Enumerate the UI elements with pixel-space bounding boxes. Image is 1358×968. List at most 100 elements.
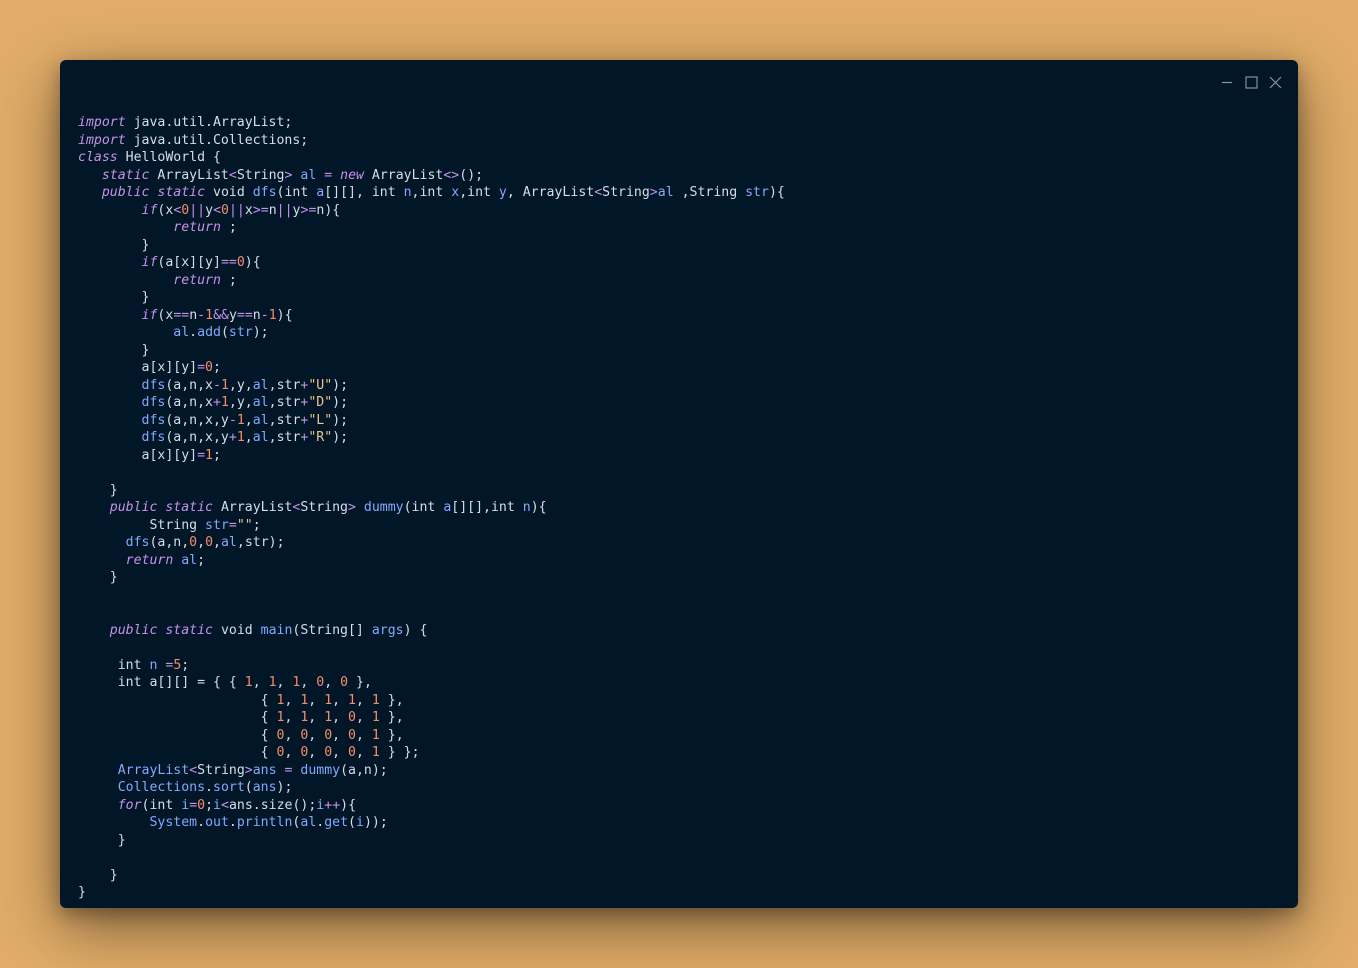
- code-token: str: [228, 325, 253, 340]
- code-token: 1: [236, 412, 245, 428]
- code-token: ,int: [411, 185, 452, 200]
- maximize-icon[interactable]: [1244, 75, 1258, 89]
- code-line: dfs(a,n,x-1,y,al,str+"U");: [78, 377, 785, 395]
- code-token: ||: [228, 202, 245, 218]
- code-line: class HelloWorld {: [78, 149, 785, 167]
- code-line: }: [78, 482, 785, 500]
- code-line: import java.util.Collections;: [78, 132, 785, 150]
- code-line: }: [78, 884, 785, 902]
- code-token: ans: [252, 762, 277, 778]
- code-token: 1: [220, 395, 229, 410]
- code-token: add: [197, 325, 221, 340]
- code-line: int n =5;: [78, 657, 785, 675]
- code-token: str: [745, 185, 769, 200]
- code-token: al: [252, 430, 269, 445]
- code-token: );: [252, 325, 269, 340]
- code-line: ​: [78, 587, 785, 605]
- code-token: String: [602, 185, 650, 200]
- code-line: if(x<0||y<0||x>=n||y>=n){: [78, 202, 785, 220]
- code-token: ,: [332, 710, 349, 725]
- code-token: String: [197, 762, 245, 778]
- code-line: }: [78, 289, 785, 307]
- code-token: ,: [308, 710, 325, 725]
- code-token: 0: [348, 745, 356, 760]
- code-token: [][],int: [451, 500, 523, 515]
- code-line: return al;: [78, 552, 785, 570]
- close-icon[interactable]: [1268, 75, 1282, 89]
- code-token: ,: [300, 675, 317, 690]
- code-token: -: [197, 307, 206, 323]
- code-token: ,: [244, 430, 253, 445]
- code-token: x: [451, 185, 460, 200]
- code-token: 1: [348, 692, 356, 708]
- code-token: al: [657, 185, 674, 200]
- code-token: i: [213, 797, 221, 813]
- code-token: ,: [308, 745, 325, 760]
- code-line: return ;: [78, 272, 785, 290]
- code-line: }: [78, 342, 785, 360]
- code-token: ){: [244, 255, 261, 270]
- code-token: sort: [213, 780, 245, 795]
- code-token: void: [213, 622, 261, 638]
- code-token: if: [141, 202, 158, 218]
- code-token: static: [165, 622, 213, 638]
- code-token: ,y,: [228, 395, 253, 410]
- code-token: for: [117, 797, 142, 813]
- code-token: dfs: [141, 377, 166, 393]
- code-token: {: [78, 727, 277, 743]
- code-token: ,str: [268, 412, 301, 428]
- code-line: dfs(a,n,x,y-1,al,str+"L");: [78, 412, 785, 430]
- code-token: static: [157, 185, 206, 200]
- code-token: ){: [768, 185, 785, 200]
- code-token: "": [236, 517, 253, 533]
- code-token: ;: [205, 797, 214, 813]
- code-line: dfs(a,n,x,y+1,al,str+"R");: [78, 429, 785, 447]
- code-token: n: [252, 307, 261, 323]
- code-token: (int: [403, 500, 444, 515]
- code-token: }: [78, 237, 150, 253]
- code-line: al.add(str);: [78, 324, 785, 342]
- code-token: );: [332, 412, 349, 428]
- code-token: ) {: [403, 622, 428, 638]
- minimize-icon[interactable]: [1220, 75, 1234, 89]
- code-line: public static void main(String[] args) {: [78, 622, 785, 640]
- code-token: ;: [220, 272, 237, 288]
- code-token: args: [371, 622, 404, 638]
- code-token: 1: [268, 307, 277, 323]
- code-token: },: [379, 710, 404, 725]
- code-token: String: [300, 500, 348, 515]
- code-token: (a,n);: [340, 762, 388, 778]
- code-token: ();: [459, 167, 484, 183]
- code-token: <>: [443, 167, 460, 183]
- code-line: return ;: [78, 219, 785, 237]
- code-token: );: [332, 430, 349, 445]
- code-token: (x: [157, 307, 174, 323]
- code-token: ==: [173, 307, 190, 323]
- code-token: void: [205, 185, 253, 200]
- code-token: return: [173, 220, 221, 235]
- code-token: a[x][y]: [78, 447, 198, 463]
- code-token: {: [78, 692, 277, 708]
- code-token: ));: [363, 815, 388, 830]
- code-token: al: [173, 325, 190, 340]
- code-token: }: [78, 482, 118, 498]
- code-token: =: [197, 360, 206, 375]
- code-token: public: [109, 622, 158, 638]
- code-token: out: [205, 815, 229, 830]
- code-token: public: [109, 500, 158, 515]
- code-token: ,: [308, 727, 325, 743]
- code-token: dummy: [300, 762, 341, 778]
- code-token: 0: [189, 535, 198, 550]
- code-token: ,y,: [228, 377, 253, 393]
- code-token: (int: [141, 797, 182, 813]
- code-token: new: [340, 167, 364, 183]
- code-editor[interactable]: import java.util.ArrayList; import java.u…: [78, 114, 785, 902]
- code-token: n: [403, 185, 412, 200]
- editor-window: import java.util.ArrayList; import java.u…: [60, 60, 1298, 908]
- code-token: ,: [252, 675, 269, 690]
